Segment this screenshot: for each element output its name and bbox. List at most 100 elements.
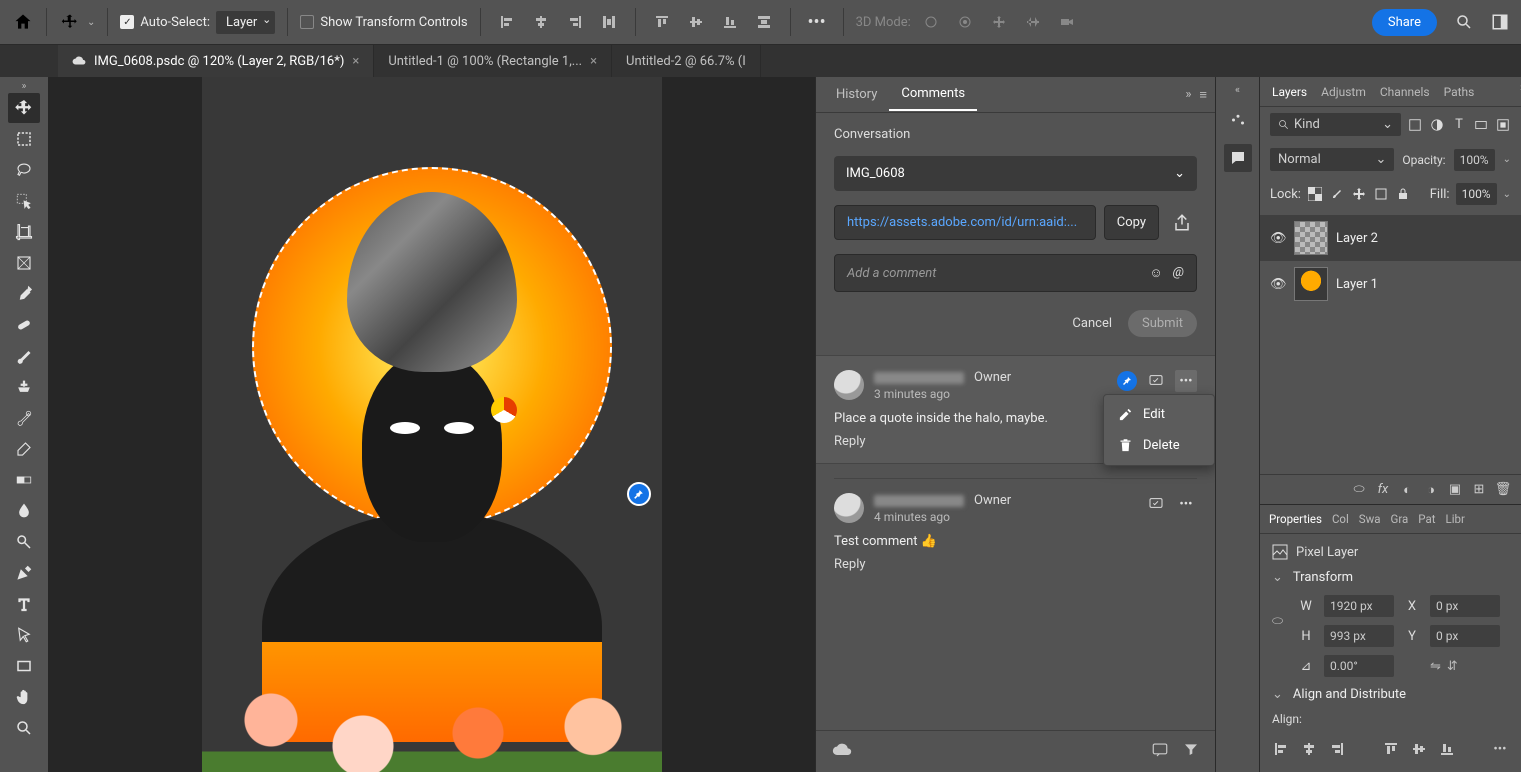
align-hcenter-icon[interactable] (1300, 740, 1318, 758)
more-align-icon[interactable]: ••• (1491, 740, 1509, 758)
more-icon[interactable]: ••• (1175, 493, 1197, 515)
share-link[interactable]: https://assets.adobe.com/id/urn:aaid:... (834, 205, 1096, 240)
resolve-icon[interactable] (1145, 370, 1167, 392)
eraser-tool[interactable] (8, 434, 40, 464)
delete-action[interactable]: Delete (1104, 430, 1214, 461)
mention-icon[interactable]: @ (1173, 265, 1184, 281)
move-tool-icon[interactable] (59, 11, 81, 33)
width-value[interactable]: 1920 px (1324, 595, 1394, 617)
layer-filter-kind[interactable]: Kind ⌄ (1270, 113, 1401, 136)
align-right-icon[interactable] (1328, 740, 1346, 758)
close-icon[interactable]: × (352, 54, 359, 69)
layer-row[interactable]: 👁 Layer 2 (1260, 215, 1521, 261)
home-icon[interactable] (12, 11, 34, 33)
distribute-vertical-icon[interactable] (750, 8, 778, 36)
filter-type-icon[interactable]: T (1451, 117, 1467, 133)
filter-pixel-icon[interactable] (1407, 117, 1423, 133)
delete-layer-icon[interactable]: 🗑 (1495, 482, 1511, 498)
lasso-tool[interactable] (8, 155, 40, 185)
distribute-horizontal-icon[interactable] (595, 8, 623, 36)
tab-channels[interactable]: Channels (1374, 79, 1436, 105)
history-brush-tool[interactable] (8, 403, 40, 433)
align-left-icon[interactable] (1272, 740, 1290, 758)
brush-tool[interactable] (8, 341, 40, 371)
visibility-icon[interactable]: 👁 (1270, 277, 1286, 292)
hand-tool[interactable] (8, 682, 40, 712)
tab-comments[interactable]: Comments (889, 78, 977, 111)
align-bottom-edges-icon[interactable] (716, 8, 744, 36)
reply-button[interactable]: Reply (834, 557, 1197, 572)
healing-brush-tool[interactable] (8, 310, 40, 340)
tab-color[interactable]: Col (1327, 506, 1354, 532)
auto-select-dropdown[interactable]: Layer (216, 11, 275, 34)
more-options-icon[interactable]: ••• (803, 8, 831, 36)
lock-position-icon[interactable] (1351, 186, 1367, 202)
cloud-status-icon[interactable] (832, 740, 852, 764)
adjustment-layer-icon[interactable]: ◑ (1423, 482, 1439, 498)
x-value[interactable]: 0 px (1430, 595, 1500, 617)
lock-image-icon[interactable] (1329, 186, 1345, 202)
gradient-tool[interactable] (8, 465, 40, 495)
align-vertical-centers-icon[interactable] (682, 8, 710, 36)
comment-pin-icon[interactable] (627, 482, 651, 506)
search-icon[interactable] (1455, 13, 1473, 31)
align-horizontal-centers-icon[interactable] (527, 8, 555, 36)
pen-tool[interactable] (8, 558, 40, 588)
filter-shape-icon[interactable] (1473, 117, 1489, 133)
workspace-icon[interactable] (1491, 13, 1509, 31)
link-layers-icon[interactable]: ⬭ (1351, 482, 1367, 498)
fill-value[interactable]: 100% (1456, 183, 1497, 205)
add-comment-input[interactable]: Add a comment ☺ @ (834, 254, 1197, 292)
opacity-value[interactable]: 100% (1454, 149, 1495, 171)
tab-patterns[interactable]: Pat (1413, 506, 1440, 532)
conversation-select[interactable]: IMG_0608 ⌄ (834, 156, 1197, 191)
share-button[interactable]: Share (1372, 9, 1437, 36)
tab-swatches[interactable]: Swa (1354, 506, 1386, 532)
tab-libraries[interactable]: Libr (1441, 506, 1470, 532)
lock-all-icon[interactable] (1395, 186, 1411, 202)
new-layer-icon[interactable]: ⊞ (1471, 482, 1487, 498)
dock-comments-icon[interactable] (1224, 144, 1252, 172)
canvas-area[interactable] (48, 77, 815, 772)
tab-history[interactable]: History (824, 79, 889, 110)
link-wh-icon[interactable]: ⬭ (1272, 614, 1288, 629)
eyedropper-tool[interactable] (8, 279, 40, 309)
filter-adjustment-icon[interactable] (1429, 117, 1445, 133)
filter-smart-icon[interactable] (1495, 117, 1511, 133)
lock-transparency-icon[interactable] (1307, 186, 1323, 202)
blur-tool[interactable] (8, 496, 40, 526)
align-section[interactable]: Align and Distribute (1272, 687, 1509, 702)
tab-paths[interactable]: Paths (1438, 79, 1481, 105)
expand-dock-icon[interactable]: « (1235, 83, 1240, 96)
submit-button[interactable]: Submit (1128, 310, 1197, 337)
dock-adjust-icon[interactable] (1224, 106, 1252, 134)
lock-artboard-icon[interactable] (1373, 186, 1389, 202)
align-left-edges-icon[interactable] (493, 8, 521, 36)
layer-style-icon[interactable]: fx (1375, 482, 1391, 498)
filter-icon[interactable] (1183, 741, 1199, 763)
align-top-icon[interactable] (1382, 740, 1400, 758)
show-transform-checkbox[interactable] (300, 15, 314, 29)
path-selection-tool[interactable] (8, 620, 40, 650)
doc-tab-2[interactable]: Untitled-1 @ 100% (Rectangle 1,... × (374, 45, 612, 77)
tab-properties[interactable]: Properties (1264, 506, 1327, 532)
marquee-tool[interactable] (8, 124, 40, 154)
share-icon[interactable] (1167, 208, 1197, 238)
panel-menu-icon[interactable]: ≡ (1199, 87, 1207, 103)
copy-button[interactable]: Copy (1104, 205, 1159, 240)
height-value[interactable]: 993 px (1324, 625, 1394, 647)
layer-mask-icon[interactable]: ◐ (1399, 482, 1415, 498)
flip-horizontal-icon[interactable]: ⇋ (1430, 659, 1441, 674)
object-selection-tool[interactable] (8, 186, 40, 216)
crop-tool[interactable] (8, 217, 40, 247)
move-tool[interactable] (8, 93, 40, 123)
align-right-edges-icon[interactable] (561, 8, 589, 36)
frame-tool[interactable] (8, 248, 40, 278)
visibility-icon[interactable]: 👁 (1270, 231, 1286, 246)
collapse-icon[interactable]: » (1185, 87, 1191, 103)
rectangle-tool[interactable] (8, 651, 40, 681)
tab-layers[interactable]: Layers (1266, 79, 1313, 105)
cancel-button[interactable]: Cancel (1072, 316, 1112, 331)
tab-adjustments[interactable]: Adjustm (1315, 79, 1372, 105)
layer-thumbnail[interactable] (1294, 267, 1328, 301)
